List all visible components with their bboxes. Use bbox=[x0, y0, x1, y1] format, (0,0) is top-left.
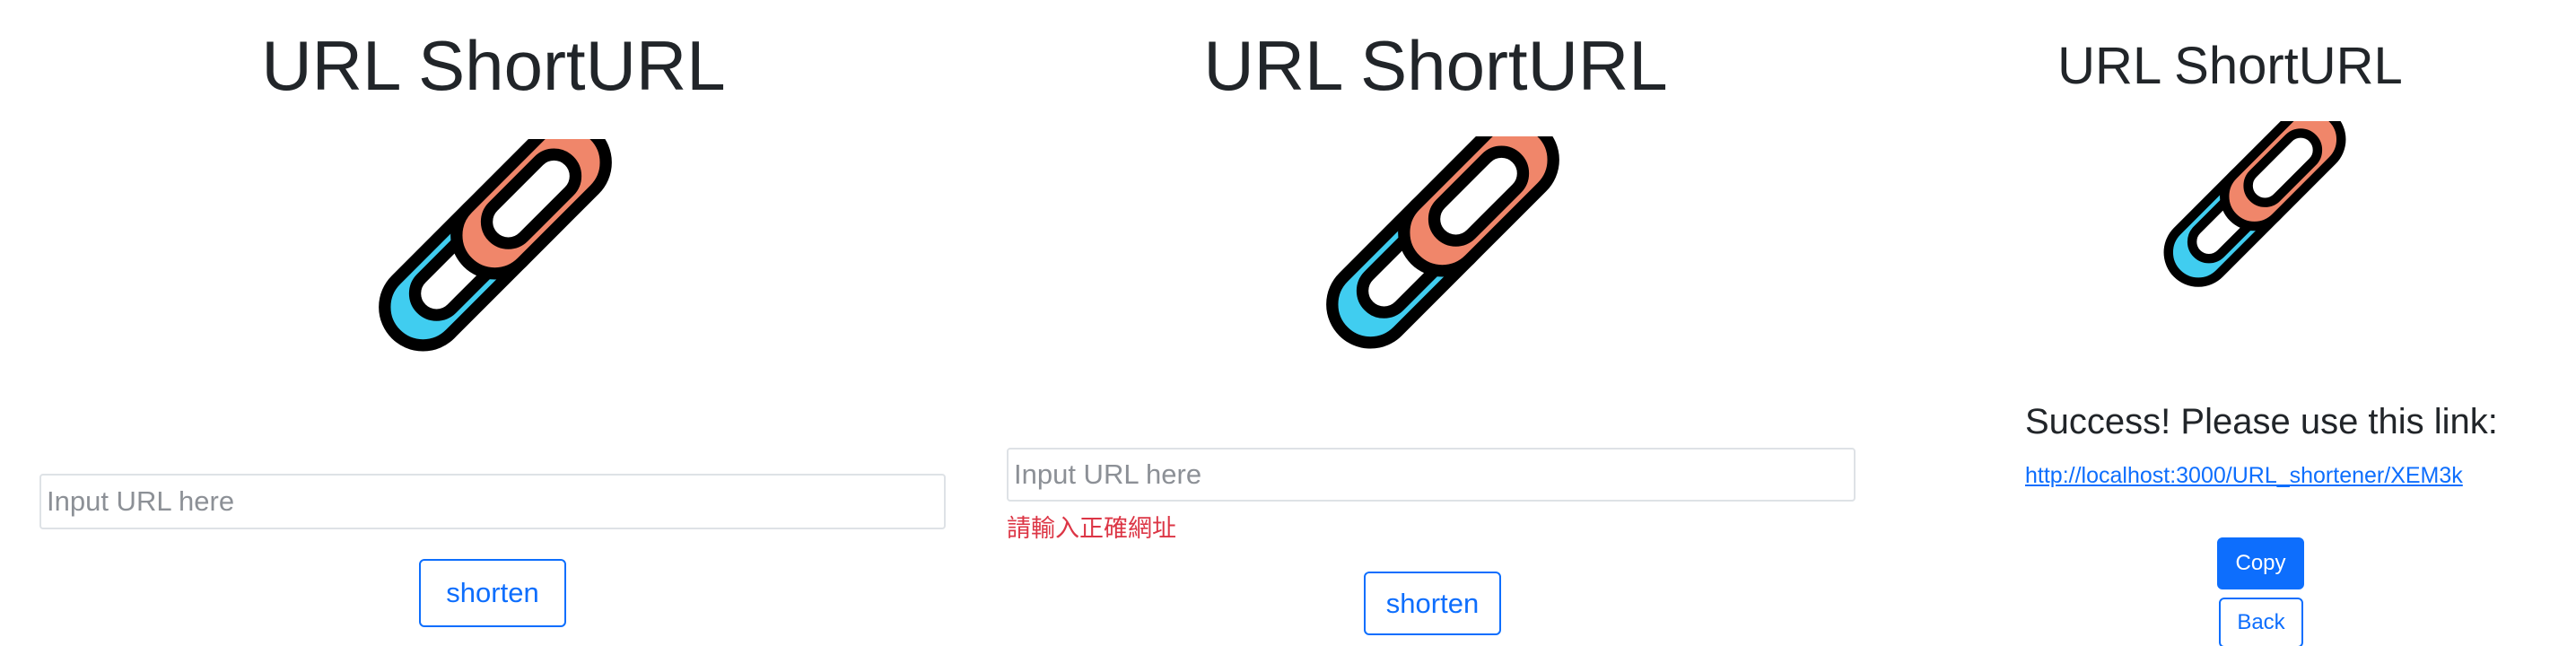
error-message: 請輸入正確網址 bbox=[1007, 515, 1176, 543]
shorten-button[interactable]: shorten bbox=[419, 559, 566, 627]
short-url-link[interactable]: http://localhost:3000/URL_shortener/XEM3… bbox=[2025, 463, 2463, 489]
back-button[interactable]: Back bbox=[2219, 598, 2303, 646]
chain-link-icon bbox=[352, 139, 639, 426]
chain-link-icon bbox=[2143, 121, 2367, 345]
panel-empty-form: URL ShortURL shorten bbox=[0, 0, 987, 646]
page-title: URL ShortURL bbox=[261, 26, 726, 105]
panel-validation-error: URL ShortURL 請輸入正確網址 shorten bbox=[987, 0, 1884, 646]
shorten-button[interactable]: shorten bbox=[1364, 572, 1501, 635]
url-input[interactable] bbox=[39, 474, 946, 529]
chain-link-icon bbox=[1299, 136, 1586, 423]
panel-success: URL ShortURL Success! Please use this li… bbox=[1884, 0, 2576, 646]
success-message: Success! Please use this link: bbox=[2025, 402, 2498, 441]
page-title: URL ShortURL bbox=[2057, 37, 2403, 95]
url-input[interactable] bbox=[1007, 448, 1856, 502]
page-title: URL ShortURL bbox=[1203, 26, 1668, 105]
copy-button[interactable]: Copy bbox=[2217, 537, 2304, 589]
